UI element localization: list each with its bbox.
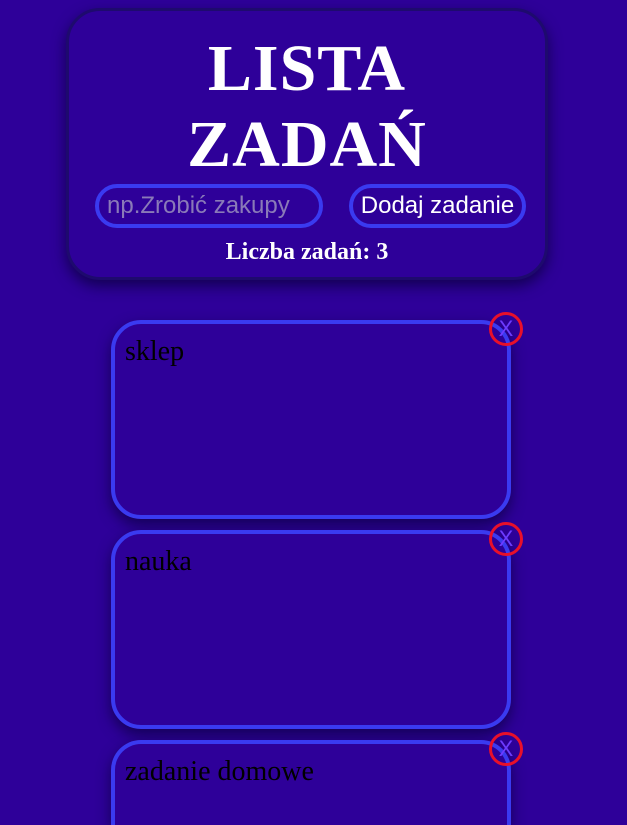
task-input[interactable] [95,184,323,228]
task-text: zadanie domowe [125,756,314,787]
title-line-1: LISTA [207,32,407,105]
delete-task-button[interactable]: X [489,312,523,346]
title-line-2: ZADAŃ [187,108,427,181]
task-card: sklep X [111,312,523,519]
task-card: zadanie domowe X [111,732,523,825]
task-count: Liczba zadań: 3 [225,239,389,265]
delete-task-button[interactable]: X [489,732,523,766]
add-task-button[interactable]: Dodaj zadanie [349,184,526,228]
task-card: nauka X [111,522,523,729]
header-card: LISTA ZADAŃ Dodaj zadanie Liczba zadań: … [66,8,548,280]
task-text: nauka [125,546,192,577]
delete-task-button[interactable]: X [489,522,523,556]
task-text: sklep [125,336,185,367]
page-title: LISTA ZADAŃ [69,31,545,183]
